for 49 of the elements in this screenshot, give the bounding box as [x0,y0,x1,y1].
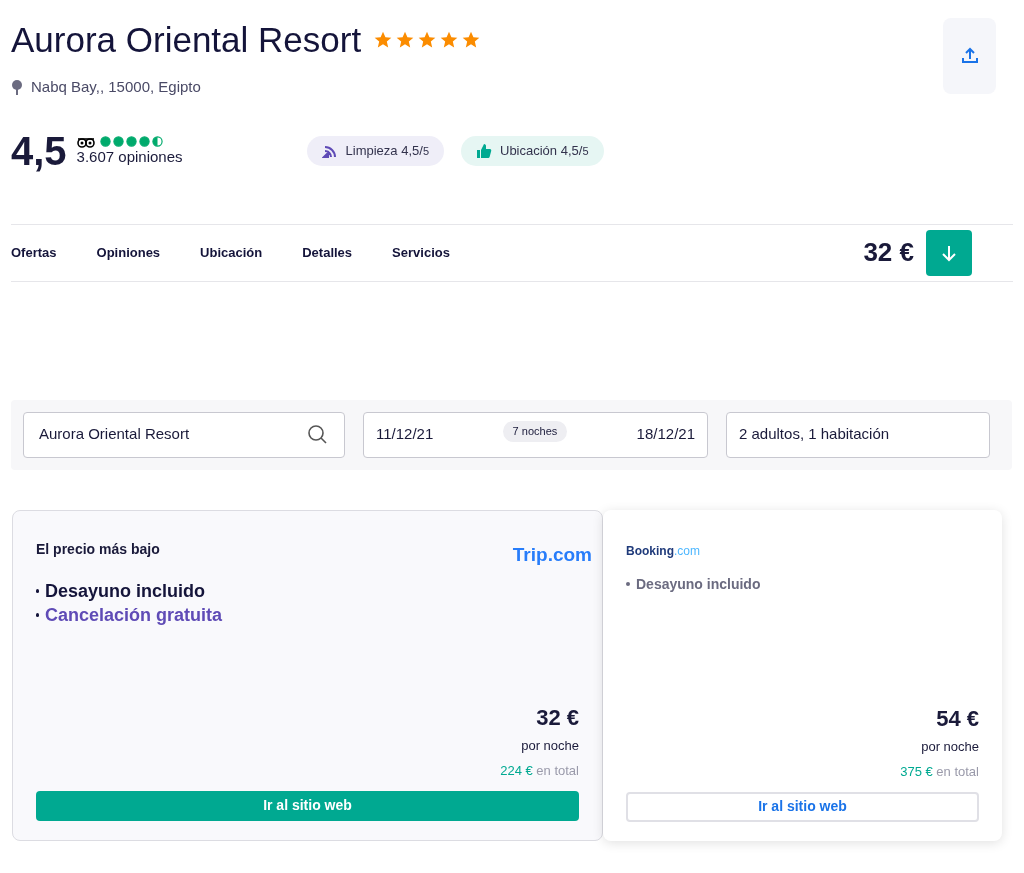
section-tab[interactable]: Ubicación [200,242,263,263]
share-button[interactable] [943,18,996,94]
rating-dot-icon [151,136,163,147]
bullet-icon [36,612,39,617]
share-icon [959,46,980,66]
destination-value: Aurora Oriental Resort [39,424,190,445]
offer-feature: Desayuno incluido [636,574,761,594]
hotel-address: Nabq Bay,, 15000, Egipto [31,77,201,97]
offer-price: 54 € [936,704,979,733]
offer-tag: El precio más bajo [36,538,160,560]
bullet-icon [36,588,39,593]
hotel-title: Aurora Oriental Resort [11,19,362,61]
bullet-icon [626,581,630,586]
search-icon [307,423,329,446]
section-tab[interactable]: Ofertas [11,242,57,263]
offer-feature: Cancelación gratuita [45,603,223,627]
price-unit: por noche [521,736,579,755]
section-tab[interactable]: Servicios [392,242,450,263]
date-field[interactable]: 11/12/21 7 noches 18/12/21 [363,411,708,458]
rating-score: 4,5 [11,130,67,171]
check-in-date: 11/12/21 [376,424,434,445]
guests-field[interactable]: 2 adultos, 1 habitación [726,411,990,458]
nav-price: 32 € [863,236,914,269]
offer-feature: Desayuno incluido [45,579,206,603]
section-tab[interactable]: Opiniones [96,242,161,263]
total-price: 375 € en total [900,763,979,781]
rating-dot-icon [138,136,150,147]
guests-value: 2 adultos, 1 habitación [739,424,890,445]
destination-field[interactable]: Aurora Oriental Resort [23,411,345,458]
badge-label: Limpieza 4,5/5 [345,141,429,160]
arrow-down-icon [940,243,958,262]
thumbs-up-icon [476,142,492,159]
review-count: 3.607 opiniones [76,147,183,166]
check-out-date: 18/12/21 [636,424,695,445]
partner-logo: Booking.com [626,542,700,560]
rating-dot-icon [99,136,111,147]
partner-logo: Trip.com [512,542,592,567]
rating-dot-icon [112,136,124,147]
owl-icon [76,135,95,148]
rating-dot-icon [125,136,137,147]
section-tab[interactable]: Detalles [302,242,353,263]
price-unit: por noche [921,737,979,756]
badge-label: Ubicación 4,5/5 [500,141,589,160]
nights-badge: 7 noches [502,421,568,442]
go-to-site-button[interactable]: Ir al sitio web [626,791,979,822]
pin-icon [11,79,23,95]
offer-price: 32 € [536,703,579,732]
scroll-down-button[interactable] [926,229,972,276]
total-price: 224 € en total [500,762,579,780]
